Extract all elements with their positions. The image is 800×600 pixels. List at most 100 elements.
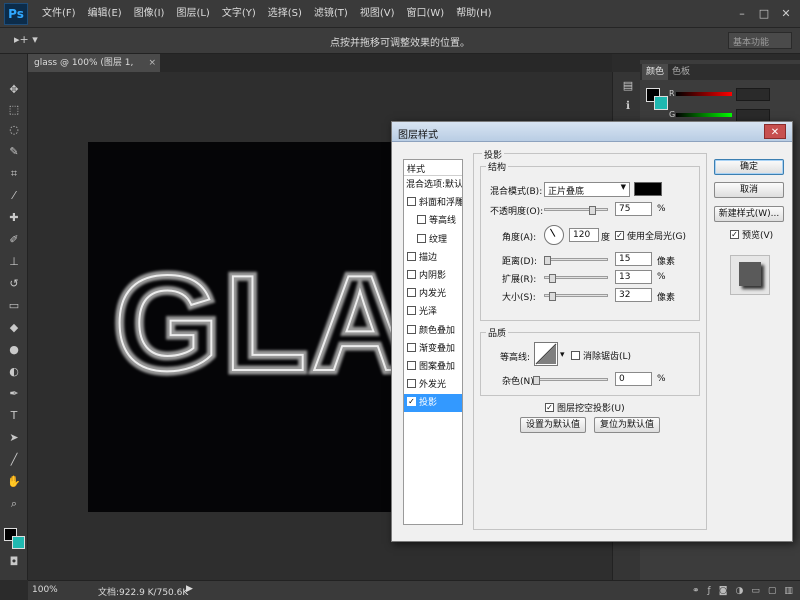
blend-mode-select[interactable]: 正片叠底 ▼ xyxy=(544,182,630,197)
style-item-checkbox[interactable] xyxy=(407,361,416,370)
menu-view[interactable]: 视图(V) xyxy=(354,0,401,28)
fx-icon[interactable]: ƒ xyxy=(708,586,719,596)
distance-slider[interactable] xyxy=(544,258,608,261)
opacity-slider[interactable] xyxy=(544,208,608,211)
style-item[interactable]: 混合选项:默认 xyxy=(404,176,462,194)
style-item-checkbox[interactable] xyxy=(407,379,416,389)
style-item-checkbox[interactable] xyxy=(407,251,416,261)
style-item[interactable]: 渐变叠加 xyxy=(404,340,462,358)
mask-icon[interactable]: ◙ xyxy=(719,586,736,596)
spread-input[interactable]: 13 xyxy=(615,270,652,284)
menu-filter[interactable]: 滤镜(T) xyxy=(308,0,354,28)
menu-layer[interactable]: 图层(L) xyxy=(170,0,215,28)
status-menu-arrow-icon[interactable]: ▶ xyxy=(186,584,193,594)
size-input[interactable]: 32 xyxy=(615,288,652,302)
background-color-swatch[interactable] xyxy=(12,536,25,549)
style-item-checkbox[interactable] xyxy=(407,288,416,298)
style-item-checkbox[interactable] xyxy=(417,233,426,243)
trash-icon[interactable]: ▥ xyxy=(784,586,800,596)
type-tool-icon[interactable]: T xyxy=(5,408,23,424)
new-style-button[interactable]: 新建样式(W)... xyxy=(714,206,784,222)
reset-default-button[interactable]: 复位为默认值 xyxy=(594,417,660,433)
red-value-field[interactable] xyxy=(736,88,770,101)
zoom-level[interactable]: 100% xyxy=(32,585,58,595)
dialog-titlebar[interactable]: 图层样式 ✕ xyxy=(392,122,792,142)
eraser-tool-icon[interactable]: ▭ xyxy=(5,298,23,314)
menu-type[interactable]: 文字(Y) xyxy=(216,0,262,28)
style-item-checkbox[interactable] xyxy=(407,324,416,334)
path-select-tool-icon[interactable]: ➤ xyxy=(5,430,23,446)
green-slider[interactable] xyxy=(676,113,732,117)
menu-file[interactable]: 文件(F) xyxy=(36,0,82,28)
opacity-slider-handle[interactable] xyxy=(589,206,596,215)
stamp-tool-icon[interactable]: ⊥ xyxy=(5,254,23,270)
global-light-check[interactable]: ✓ xyxy=(615,231,624,240)
size-slider-handle[interactable] xyxy=(549,292,557,301)
noise-slider[interactable] xyxy=(536,378,608,381)
menu-select[interactable]: 选择(S) xyxy=(262,0,308,28)
angle-dial[interactable] xyxy=(544,225,564,245)
panel-background-swatch[interactable] xyxy=(654,96,668,110)
adjustment-icon[interactable]: ◑ xyxy=(735,586,751,596)
line-tool-icon[interactable]: ╱ xyxy=(5,452,23,468)
style-item[interactable]: 描边 xyxy=(404,249,462,267)
minimize-button[interactable]: – xyxy=(732,4,752,22)
menu-window[interactable]: 窗口(W) xyxy=(400,0,450,28)
anti-alias-checkbox[interactable]: 消除锯齿(L) xyxy=(568,349,631,362)
set-default-button[interactable]: 设置为默认值 xyxy=(520,417,586,433)
tab-color[interactable]: 颜色 xyxy=(642,64,669,80)
style-item[interactable]: 外发光 xyxy=(404,376,462,394)
preview-checkbox[interactable]: ✓ 预览(V) xyxy=(727,228,773,241)
tab-close-icon[interactable]: × xyxy=(148,54,156,72)
history-panel-icon[interactable]: ▤ xyxy=(619,78,637,94)
tab-swatches[interactable]: 色板 xyxy=(668,64,694,80)
menu-image[interactable]: 图像(I) xyxy=(128,0,171,28)
spread-slider-handle[interactable] xyxy=(549,274,557,283)
anti-alias-check[interactable] xyxy=(571,351,580,360)
healing-brush-tool-icon[interactable]: ✚ xyxy=(5,210,23,226)
style-item[interactable]: ✓ 投影 xyxy=(404,394,462,413)
lasso-tool-icon[interactable]: ◌ xyxy=(5,122,23,138)
style-item[interactable]: 内发光 xyxy=(404,285,462,303)
menu-help[interactable]: 帮助(H) xyxy=(450,0,497,28)
close-app-button[interactable]: ✕ xyxy=(776,4,796,22)
menu-edit[interactable]: 编辑(E) xyxy=(82,0,128,28)
style-item[interactable]: 光泽 xyxy=(404,303,462,321)
quick-mask-icon[interactable]: ◘ xyxy=(5,554,23,570)
dialog-close-button[interactable]: ✕ xyxy=(764,124,786,139)
angle-input[interactable]: 120 xyxy=(569,228,599,242)
maximize-button[interactable]: □ xyxy=(754,4,774,22)
styles-header[interactable]: 样式 xyxy=(404,160,462,176)
quick-select-tool-icon[interactable]: ✎ xyxy=(5,144,23,160)
style-item[interactable]: 内阴影 xyxy=(404,267,462,285)
document-tab[interactable]: glass @ 100% (图层 1, RGB/8) * × xyxy=(28,54,160,86)
style-item[interactable]: 图案叠加 xyxy=(404,358,462,376)
style-item-checkbox[interactable] xyxy=(407,306,416,316)
brush-tool-icon[interactable]: ✐ xyxy=(5,232,23,248)
knockout-check[interactable]: ✓ xyxy=(545,403,554,412)
red-slider[interactable] xyxy=(676,92,732,96)
contour-dropdown-icon[interactable]: ▾ xyxy=(560,350,565,360)
document-canvas[interactable]: GLASS GLASS xyxy=(88,142,418,512)
link-layers-icon[interactable]: ⚭ xyxy=(692,586,708,596)
knockout-checkbox[interactable]: ✓ 图层挖空投影(U) xyxy=(542,401,625,414)
style-item-checkbox[interactable] xyxy=(407,342,416,352)
style-item[interactable]: 等高线 xyxy=(404,212,462,230)
style-item-checkbox[interactable]: ✓ xyxy=(407,397,416,407)
workspace-select[interactable]: 基本功能 xyxy=(728,32,792,49)
zoom-tool-icon[interactable]: ⌕ xyxy=(5,496,23,512)
move-tool-icon[interactable]: ✥ xyxy=(5,82,23,98)
distance-slider-handle[interactable] xyxy=(544,256,552,265)
style-item[interactable]: 颜色叠加 xyxy=(404,322,462,340)
distance-input[interactable]: 15 xyxy=(615,252,652,266)
noise-slider-handle[interactable] xyxy=(533,376,540,385)
paint-bucket-tool-icon[interactable]: ◆ xyxy=(5,320,23,336)
style-item[interactable]: 斜面和浮雕 xyxy=(404,194,462,212)
pen-tool-icon[interactable]: ✒ xyxy=(5,386,23,402)
opacity-input[interactable]: 75 xyxy=(615,202,652,216)
style-item-checkbox[interactable] xyxy=(407,270,416,279)
crop-tool-icon[interactable]: ⌗ xyxy=(5,166,23,182)
contour-picker[interactable] xyxy=(534,342,558,366)
style-item[interactable]: 纹理 xyxy=(404,231,462,249)
blur-tool-icon[interactable]: ● xyxy=(5,342,23,358)
